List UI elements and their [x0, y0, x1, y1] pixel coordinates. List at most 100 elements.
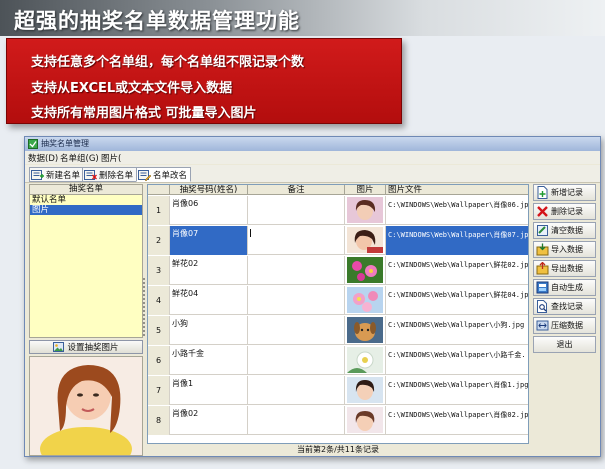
menu-list-group[interactable]: 名单组(G) [60, 152, 99, 164]
grid-header: 抽奖号码(姓名) 备注 图片 图片文件 [148, 185, 528, 195]
panel-splitter[interactable] [142, 277, 146, 337]
export-data-button[interactable]: 导出数据 [533, 260, 596, 277]
delete-list-button[interactable]: 删除名单 [82, 167, 138, 182]
row-number: 6 [148, 346, 170, 375]
clear-data-button[interactable]: 清空数据 [533, 222, 596, 239]
menu-bar: 数据(D) 名单组(G) 图片( [25, 151, 600, 164]
import-data-label: 导入数据 [551, 245, 583, 254]
thumbnail-portrait [347, 377, 383, 403]
delete-list-icon [84, 169, 97, 180]
prize-photo-preview [29, 356, 143, 469]
file-cell[interactable]: C:\WINDOWS\Web\Wallpaper\肖像07.jp [386, 226, 528, 255]
delete-list-label: 删除名单 [99, 170, 134, 181]
new-list-button[interactable]: 新建名单 [29, 167, 85, 182]
list-group-list[interactable]: 默认名单 图片 [29, 195, 143, 338]
set-photo-button[interactable]: 设置抽奖图片 [29, 340, 143, 354]
table-row[interactable]: 1 肖像06 C:\WINDOWS\Web\Wallpaper\肖像06.jp [148, 196, 528, 225]
table-row[interactable]: 8 肖像02 C:\WINDOWS\Web\Wallpaper\肖像02.jp [148, 406, 528, 435]
table-row[interactable]: 4 鲜花04 C:\WINDOWS\Web\Wallpaper\鲜花04.jp [148, 286, 528, 315]
file-cell[interactable]: C:\WINDOWS\Web\Wallpaper\鲜花02.jp [386, 256, 528, 285]
note-cell[interactable] [248, 406, 345, 435]
auto-generate-button[interactable]: 自动生成 [533, 279, 596, 296]
row-number: 2 [148, 226, 170, 255]
thumbnail-flower [347, 287, 383, 313]
list-group-panel: 抽奖名单 默认名单 图片 设置抽奖图片 [29, 184, 143, 469]
table-row[interactable]: 6 小路千金 C:\WINDOWS\Web\Wallpaper\小路千金. [148, 346, 528, 375]
new-list-icon [31, 169, 44, 180]
list-item[interactable]: 图片 [30, 205, 142, 215]
thumbnail-portrait [347, 407, 383, 433]
file-cell[interactable]: C:\WINDOWS\Web\Wallpaper\小狗.jpg [386, 316, 528, 345]
file-cell[interactable]: C:\WINDOWS\Web\Wallpaper\鲜花04.jp [386, 286, 528, 315]
text-caret [250, 229, 251, 237]
list-manager-window: 抽奖名单管理 数据(D) 名单组(G) 图片( 新建名单 删除名单 名单改名 抽… [24, 136, 601, 469]
records-grid[interactable]: 抽奖号码(姓名) 备注 图片 图片文件 1 肖像06 C:\WINDOWS\We… [147, 184, 529, 444]
table-row[interactable]: 7 肖像1 C:\WINDOWS\Web\Wallpaper\肖像1.jpg [148, 376, 528, 405]
list-group-header: 抽奖名单 [29, 184, 143, 195]
compress-data-button[interactable]: 压缩数据 [533, 317, 596, 334]
note-cell[interactable] [248, 376, 345, 405]
delete-record-label: 删除记录 [551, 207, 583, 216]
grid-header-note[interactable]: 备注 [248, 185, 345, 195]
name-cell[interactable]: 鲜花04 [170, 286, 248, 315]
picture-cell[interactable] [345, 256, 386, 285]
promo-headline-bar: 超强的抽奖名单数据管理功能 [0, 0, 605, 36]
set-photo-label: 设置抽奖图片 [67, 343, 119, 353]
note-cell[interactable] [248, 226, 345, 255]
window-titlebar[interactable]: 抽奖名单管理 [25, 137, 600, 151]
file-cell[interactable]: C:\WINDOWS\Web\Wallpaper\肖像02.jp [386, 406, 528, 435]
grid-header-file[interactable]: 图片文件 [386, 185, 528, 195]
clear-data-icon [537, 225, 548, 236]
set-photo-icon [53, 342, 65, 352]
menu-picture[interactable]: 图片( [101, 152, 121, 164]
name-cell[interactable]: 小路千金 [170, 346, 248, 375]
name-cell[interactable]: 小狗 [170, 316, 248, 345]
name-cell[interactable]: 鲜花02 [170, 256, 248, 285]
export-data-icon [536, 262, 549, 275]
rename-list-icon [138, 169, 151, 181]
picture-cell[interactable] [345, 346, 386, 375]
delete-record-icon [537, 206, 548, 217]
file-cell[interactable]: C:\WINDOWS\Web\Wallpaper\肖像06.jp [386, 196, 528, 225]
table-row[interactable]: 5 小狗 C:\WINDOWS\Web\Wallpaper\小狗.jpg [148, 316, 528, 345]
picture-cell[interactable] [345, 376, 386, 405]
picture-cell[interactable] [345, 286, 386, 315]
name-cell[interactable]: 肖像1 [170, 376, 248, 405]
import-data-button[interactable]: 导入数据 [533, 241, 596, 258]
row-number: 4 [148, 286, 170, 315]
delete-record-button[interactable]: 删除记录 [533, 203, 596, 220]
note-cell[interactable] [248, 346, 345, 375]
find-record-button[interactable]: 查找记录 [533, 298, 596, 315]
row-number: 5 [148, 316, 170, 345]
exit-button[interactable]: 退出 [533, 336, 596, 353]
new-list-label: 新建名单 [46, 170, 81, 181]
grid-header-num [148, 185, 170, 195]
grid-header-picture[interactable]: 图片 [345, 185, 386, 195]
menu-data[interactable]: 数据(D) [28, 152, 58, 164]
row-number: 1 [148, 196, 170, 225]
note-cell[interactable] [248, 316, 345, 345]
name-cell[interactable]: 肖像02 [170, 406, 248, 435]
picture-cell[interactable] [345, 316, 386, 345]
picture-cell[interactable] [345, 226, 386, 255]
picture-cell[interactable] [345, 196, 386, 225]
name-cell[interactable]: 肖像06 [170, 196, 248, 225]
clear-data-label: 清空数据 [551, 226, 583, 235]
name-cell[interactable]: 肖像07 [170, 226, 248, 255]
note-cell[interactable] [248, 286, 345, 315]
rename-list-button[interactable]: 名单改名 [136, 167, 192, 182]
add-record-button[interactable]: 新增记录 [533, 184, 596, 201]
compress-data-icon [536, 320, 549, 331]
promo-line-2: 支持从EXCEL或文本文件导入数据 [31, 81, 233, 96]
promo-line-1: 支持任意多个名单组，每个名单组不限记录个数 [31, 55, 305, 70]
file-cell[interactable]: C:\WINDOWS\Web\Wallpaper\肖像1.jpg [386, 376, 528, 405]
picture-cell[interactable] [345, 406, 386, 435]
grid-header-name[interactable]: 抽奖号码(姓名) [170, 185, 248, 195]
file-cell[interactable]: C:\WINDOWS\Web\Wallpaper\小路千金. [386, 346, 528, 375]
list-item[interactable]: 默认名单 [30, 195, 142, 205]
table-row[interactable]: 3 鲜花02 C:\WINDOWS\Web\Wallpaper\鲜花02.jp [148, 256, 528, 285]
export-data-label: 导出数据 [551, 264, 583, 273]
table-row[interactable]: 2 肖像07 C:\WINDOWS\Web\Wallpaper\肖像07.jp [148, 226, 528, 255]
note-cell[interactable] [248, 196, 345, 225]
note-cell[interactable] [248, 256, 345, 285]
